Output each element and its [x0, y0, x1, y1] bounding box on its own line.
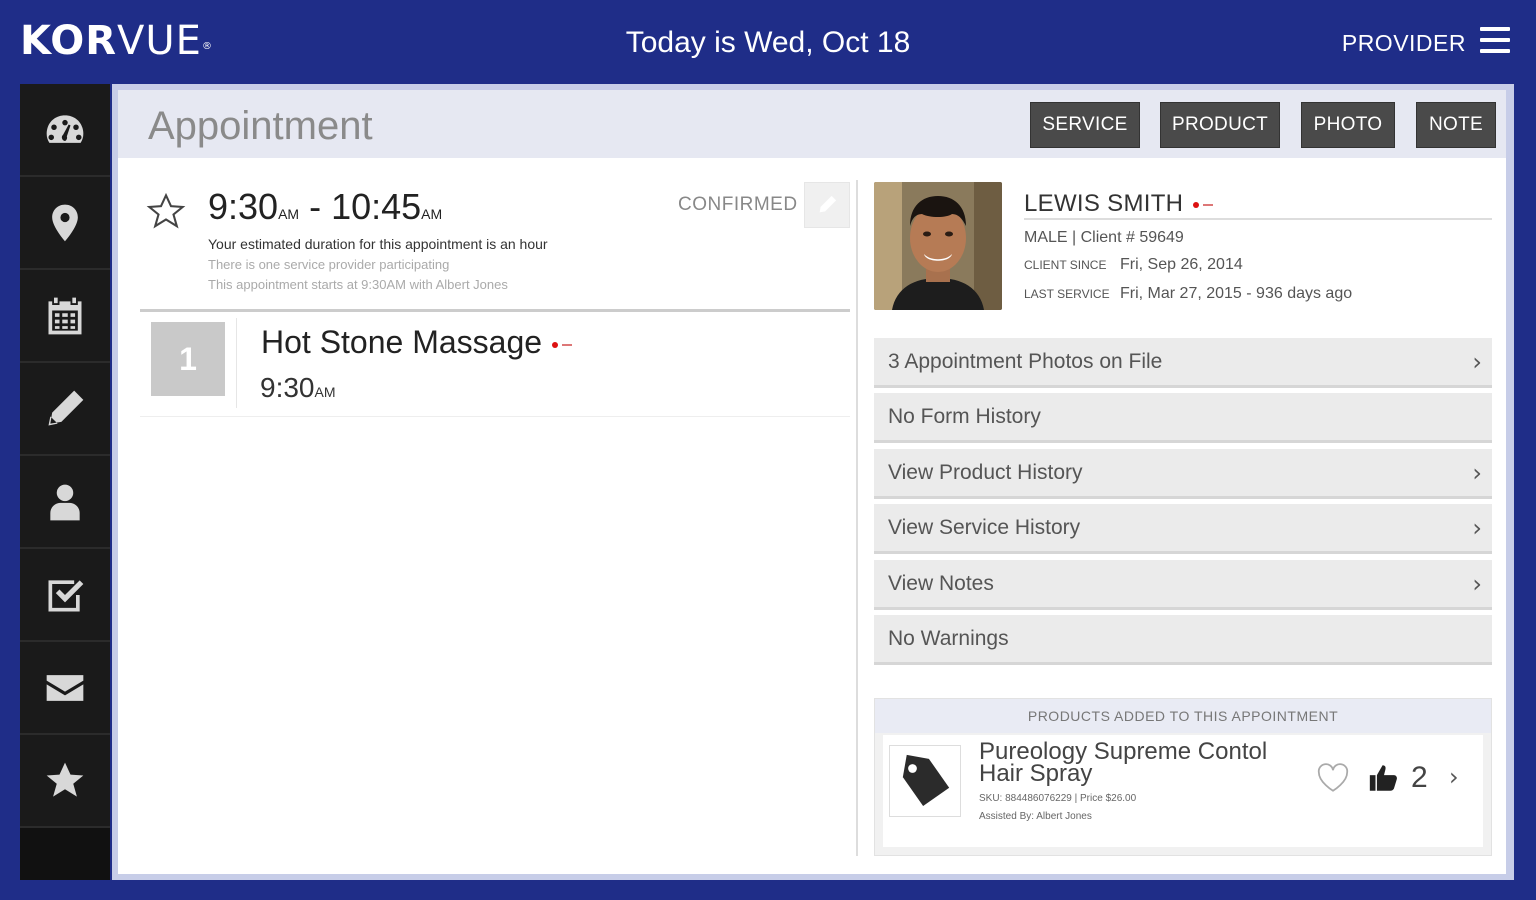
service-name: Hot Stone Massage — [261, 324, 543, 360]
list-item-label: View Product History — [888, 461, 1083, 484]
star-icon — [46, 762, 84, 797]
chevron-right-icon: › — [1472, 570, 1482, 598]
chevron-right-icon: › — [1472, 348, 1482, 376]
divider — [1024, 218, 1492, 220]
product-name: Pureology Supreme Contol Hair Spray — [979, 738, 1268, 787]
add-product-button[interactable]: PRODUCT — [1160, 102, 1280, 148]
calendar-icon — [48, 297, 82, 334]
page-title: Appointment — [148, 104, 373, 148]
sidebar-item-tasks[interactable] — [20, 549, 110, 642]
last-service-label: LAST SERVICE — [1024, 287, 1110, 301]
providers-text: There is one service provider participat… — [208, 257, 450, 272]
divider — [140, 309, 850, 312]
provider-label[interactable]: PROVIDER — [1342, 30, 1466, 57]
starts-text: This appointment starts at 9:30AM with A… — [208, 277, 508, 292]
product-added-by: Assisted By: Albert Jones — [979, 811, 1092, 822]
sidebar — [20, 84, 110, 880]
avatar[interactable] — [874, 182, 1002, 310]
last-service-value: Fri, Mar 27, 2015 - 936 days ago — [1120, 285, 1353, 302]
sidebar-item-clients[interactable] — [20, 456, 110, 549]
service-history-row[interactable]: View Service History › — [874, 504, 1492, 554]
alert-dot-icon — [552, 341, 559, 348]
start-ampm: AM — [278, 206, 300, 222]
service-time-ampm: AM — [314, 384, 336, 400]
main-panel: Appointment SERVICE PRODUCT PHOTO NOTE 9… — [112, 84, 1514, 880]
add-photo-button[interactable]: PHOTO — [1301, 102, 1395, 148]
client-since: CLIENT SINCE Fri, Sep 26, 2014 — [1024, 256, 1243, 274]
end-time: 10:45 — [331, 186, 422, 227]
warnings-row: No Warnings — [874, 615, 1492, 665]
dashboard-icon — [46, 114, 84, 143]
list-item-label: 3 Appointment Photos on File — [888, 350, 1163, 373]
sidebar-item-location[interactable] — [20, 177, 110, 270]
favorite-star-icon[interactable] — [146, 192, 186, 232]
product-thumbnail — [889, 745, 961, 817]
map-pin-icon — [52, 204, 78, 241]
person-icon — [50, 484, 80, 520]
client-since-value: Fri, Sep 26, 2014 — [1120, 256, 1243, 273]
heart-icon[interactable] — [1315, 761, 1351, 795]
status-badge: CONFIRMED — [678, 194, 798, 215]
appointment-card: Appointment SERVICE PRODUCT PHOTO NOTE 9… — [118, 90, 1506, 874]
today-date: Today is Wed, Oct 18 — [625, 26, 911, 59]
client-name-text: LEWIS SMITH — [1024, 190, 1184, 217]
pencil-icon — [48, 390, 84, 425]
add-service-button[interactable]: SERVICE — [1030, 102, 1140, 148]
list-item-label: No Form History — [888, 405, 1041, 428]
client-since-label: CLIENT SINCE — [1024, 258, 1107, 272]
list-item-label: View Notes — [888, 572, 994, 595]
envelope-icon — [46, 674, 84, 701]
products-section: PRODUCTS ADDED TO THIS APPOINTMENT Pureo… — [874, 698, 1492, 856]
photos-on-file-row[interactable]: 3 Appointment Photos on File › — [874, 338, 1492, 388]
appointment-time-range: 9:30AM - 10:45AM — [208, 186, 442, 228]
checkbox-icon — [48, 579, 84, 611]
column-divider — [856, 180, 858, 856]
alert-dash-icon — [562, 343, 573, 346]
alert-dash-icon — [1203, 203, 1214, 206]
form-history-row: No Form History — [874, 393, 1492, 443]
chevron-right-icon: › — [1472, 459, 1482, 487]
bottom-strip — [20, 880, 1514, 900]
product-sku: SKU: 884486076229 | Price $26.00 — [979, 793, 1137, 804]
page-header: Appointment SERVICE PRODUCT PHOTO NOTE — [118, 90, 1506, 158]
sidebar-item-messages[interactable] — [20, 642, 110, 735]
service-number-badge: 1 — [151, 322, 225, 396]
start-time: 9:30 — [208, 186, 279, 227]
time-separator: - — [299, 186, 332, 227]
price-tag-icon — [902, 754, 950, 807]
sidebar-item-favorites[interactable] — [20, 735, 110, 828]
add-note-button[interactable]: NOTE — [1416, 102, 1496, 148]
duration-text: Your estimated duration for this appoint… — [208, 236, 548, 252]
divider — [140, 416, 850, 417]
notes-row[interactable]: View Notes › — [874, 560, 1492, 610]
service-time: 9:30AM — [260, 372, 336, 404]
chevron-right-icon[interactable]: › — [1449, 763, 1459, 791]
list-item-label: View Service History — [888, 516, 1081, 539]
pencil-icon — [819, 195, 837, 213]
sidebar-item-calendar[interactable] — [20, 270, 110, 363]
hamburger-menu-icon[interactable] — [1480, 27, 1510, 53]
thumbs-up-icon[interactable] — [1367, 761, 1401, 795]
divider — [236, 318, 237, 408]
service-row[interactable]: Hot Stone Massage — [261, 324, 573, 361]
edit-appointment-button[interactable] — [804, 182, 850, 228]
chevron-right-icon: › — [1472, 514, 1482, 542]
product-history-row[interactable]: View Product History › — [874, 449, 1492, 499]
products-heading: PRODUCTS ADDED TO THIS APPOINTMENT — [875, 699, 1491, 733]
end-ampm: AM — [421, 206, 443, 222]
list-item-label: No Warnings — [888, 627, 1009, 650]
top-bar: KORVUE® Today is Wed, Oct 18 PROVIDER — [0, 0, 1536, 84]
sidebar-item-dashboard[interactable] — [20, 84, 110, 177]
product-item[interactable]: Pureology Supreme Contol Hair Spray SKU:… — [883, 735, 1483, 847]
client-name[interactable]: LEWIS SMITH — [1024, 190, 1214, 218]
service-time-value: 9:30 — [260, 372, 315, 403]
client-last-service: LAST SERVICE Fri, Mar 27, 2015 - 936 days… — [1024, 285, 1352, 303]
product-quantity: 2 — [1411, 761, 1428, 794]
client-gender-id: MALE | Client # 59649 — [1024, 229, 1184, 246]
sidebar-item-edit[interactable] — [20, 363, 110, 456]
alert-dot-icon — [1193, 201, 1200, 208]
